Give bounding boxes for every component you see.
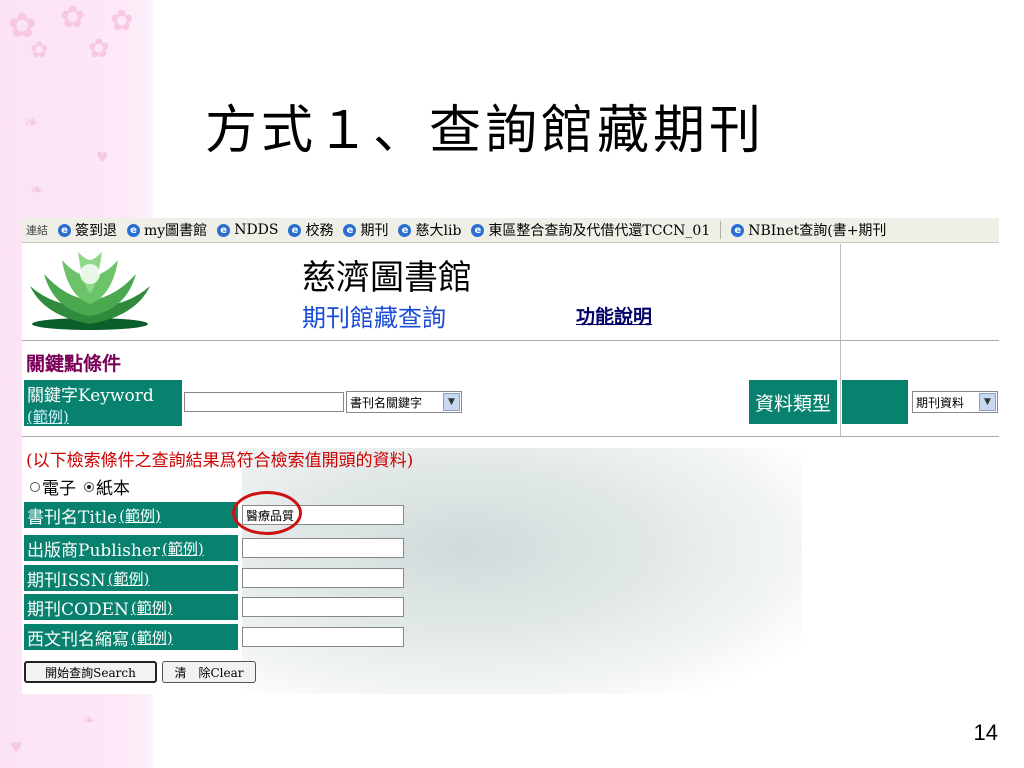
chevron-down-icon: ▼ (979, 393, 996, 411)
cherry-blossom-decoration: ✿ (110, 4, 134, 37)
field-example-link[interactable]: (範例) (108, 568, 150, 589)
ie-page-icon: e (127, 223, 140, 237)
cherry-blossom-decoration: ✿ (88, 34, 110, 64)
keyword-section-heading: 關鍵點條件 (26, 353, 122, 375)
link-ndds[interactable]: e NDDS (217, 222, 278, 238)
keyword-label-cell: 關鍵字Keyword (範例) (24, 380, 182, 426)
browser-links-bar: 連結 e 簽到退 e my圖書館 e NDDS e 校務 e 期刊 e 慈大lib e 東區整… (22, 218, 999, 243)
data-type-label: 資料類型 (749, 380, 837, 424)
ie-page-icon: e (398, 223, 412, 237)
page-subtitle: 期刊館藏查詢 (302, 304, 446, 332)
field-example-link[interactable]: (範例) (131, 597, 173, 618)
link-school-affairs[interactable]: e 校務 (288, 220, 333, 240)
library-name: 慈濟圖書館 (302, 258, 472, 298)
ie-page-icon: e (288, 223, 302, 237)
coden-input[interactable] (242, 597, 404, 617)
links-divider (720, 221, 722, 239)
tzu-chi-logo-icon (30, 252, 150, 330)
field-label-title: 書刊名Title (範例) (24, 502, 238, 528)
field-label-coden: 期刊CODEN (範例) (24, 594, 238, 620)
field-example-link[interactable]: (範例) (162, 538, 204, 559)
link-journals[interactable]: e 期刊 (343, 220, 388, 240)
link-sign-in[interactable]: e 簽到退 (58, 220, 117, 240)
radio-print[interactable]: 紙本 (84, 474, 130, 499)
publisher-input[interactable] (242, 538, 404, 558)
petal-decoration: ❧ (24, 112, 40, 133)
page-number: 14 (973, 720, 998, 745)
ie-page-icon: e (58, 223, 71, 237)
abbreviation-input[interactable] (242, 627, 404, 647)
chevron-down-icon: ▼ (443, 393, 460, 411)
keyword-field-select[interactable]: 書刊名關鍵字 ▼ (346, 391, 462, 413)
format-radio-group: 電子 紙本 (30, 474, 130, 499)
help-link[interactable]: 功能說明 (576, 302, 652, 329)
petal-decoration: ♥ (10, 740, 23, 756)
petal-decoration: ❧ (82, 710, 96, 729)
field-example-link[interactable]: (範例) (119, 505, 161, 526)
clear-button[interactable]: 清 除Clear (162, 661, 256, 683)
ie-page-icon: e (471, 223, 485, 237)
slide-background: ✿ ✿ ✿ ✿ ✿ ❧ ♥ ❧ ❧ ♥ 方式１、查詢館藏期刊 14 連結 e 簽到… (0, 0, 1024, 768)
field-label-publisher: 出版商Publisher (範例) (24, 535, 238, 561)
keyword-label: 關鍵字Keyword (27, 386, 154, 406)
ie-page-icon: e (217, 223, 231, 237)
column-divider (840, 340, 841, 436)
column-divider (840, 244, 841, 340)
cherry-blossom-decoration: ✿ (30, 38, 49, 63)
radio-checked-icon (84, 481, 94, 492)
field-label-abbreviation: 西文刊名縮寫 (範例) (24, 624, 238, 650)
field-label-issn: 期刊ISSN (範例) (24, 565, 238, 591)
data-type-spacer-cell (842, 380, 908, 424)
radio-electronic[interactable]: 電子 (30, 474, 76, 499)
search-button[interactable]: 開始查詢Search (24, 661, 157, 683)
ie-page-icon: e (343, 223, 357, 237)
link-nbinet[interactable]: e NBInet查詢(書+期刊 (731, 220, 886, 240)
cherry-blossom-decoration: ✿ (60, 0, 86, 35)
link-my-library[interactable]: e my圖書館 (127, 220, 207, 240)
petal-decoration: ❧ (30, 180, 44, 199)
link-tcu-lib[interactable]: e 慈大lib (398, 220, 461, 240)
data-type-select[interactable]: 期刊資料 ▼ (912, 391, 998, 413)
library-search-screenshot: 連結 e 簽到退 e my圖書館 e NDDS e 校務 e 期刊 e 慈大lib e 東區整… (22, 218, 999, 694)
link-tccn[interactable]: e 東區整合查詢及代借代還TCCN_01 (471, 220, 710, 240)
ie-page-icon: e (731, 223, 745, 237)
search-prefix-note: (以下檢索條件之查詢結果爲符合檢索值開頭的資料) (26, 451, 414, 471)
title-input[interactable] (242, 505, 404, 525)
issn-input[interactable] (242, 568, 404, 588)
radio-unchecked-icon (30, 481, 40, 492)
petal-decoration: ♥ (96, 150, 109, 166)
keyword-example-link[interactable]: (範例) (27, 408, 69, 426)
links-bar-label: 連結 (26, 224, 48, 237)
keyword-input[interactable] (184, 392, 344, 412)
field-example-link[interactable]: (範例) (131, 627, 173, 648)
slide-title: 方式１、查詢館藏期刊 (205, 101, 766, 161)
header-divider (22, 340, 999, 341)
section-divider (22, 436, 999, 437)
